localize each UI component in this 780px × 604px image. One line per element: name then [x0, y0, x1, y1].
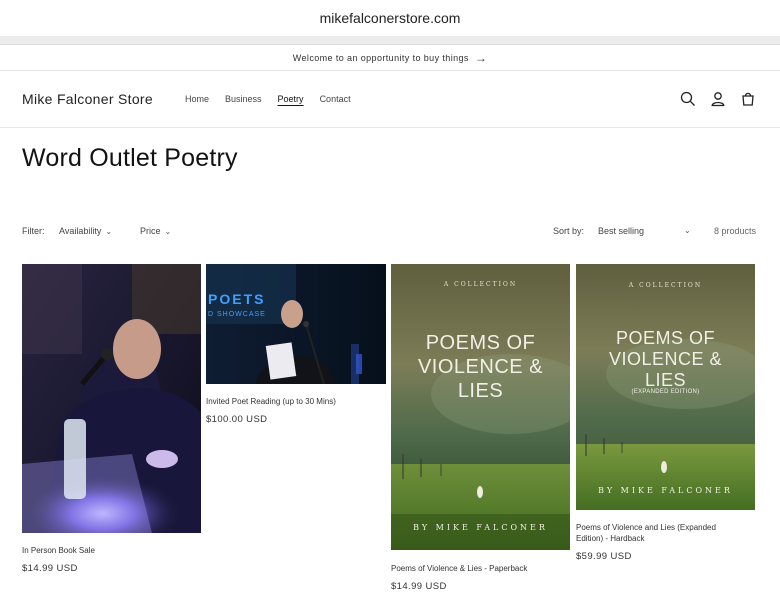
cover-title-line: LIES	[644, 370, 687, 390]
product-price: $14.99 USD	[391, 581, 447, 592]
cover-edition: (EXPANDED EDITION)	[631, 389, 700, 395]
product-count: 8 products	[713, 226, 756, 236]
nav-home[interactable]: Home	[185, 94, 209, 104]
book-cover: A COLLECTION POEMS OF VIOLENCE & LIES BY…	[391, 264, 570, 550]
header-icons	[680, 91, 756, 107]
cover-author: BY MIKE FALCONER	[598, 486, 733, 495]
filter-price-label: Price	[140, 226, 161, 236]
product-image[interactable]: A COLLECTION POEMS OF VIOLENCE & LIES BY…	[391, 264, 570, 550]
main-nav: Home Business Poetry Contact	[185, 94, 351, 104]
browser-url-bar[interactable]: mikefalconerstore.com	[0, 0, 780, 36]
nav-business[interactable]: Business	[225, 94, 262, 104]
nav-contact[interactable]: Contact	[320, 94, 351, 104]
sort-select[interactable]: Best selling	[598, 226, 644, 236]
product-price: $100.00 USD	[206, 414, 268, 425]
cover-top-text: A COLLECTION	[443, 281, 518, 288]
product-title-line: Edition) - Hardback	[576, 534, 645, 543]
product-title[interactable]: In Person Book Sale	[22, 545, 95, 556]
book-cover: A COLLECTION POEMS OF VIOLENCE & LIES (E…	[576, 264, 755, 510]
product-title[interactable]: Poems of Violence & Lies - Paperback	[391, 563, 527, 574]
banner-text: POETS	[208, 291, 265, 307]
cover-title-line: POEMS OF	[615, 328, 715, 348]
product-card[interactable]: A COLLECTION POEMS OF VIOLENCE & LIES BY…	[391, 264, 570, 599]
cover-title-line: VIOLENCE &	[417, 356, 544, 378]
nav-poetry[interactable]: Poetry	[278, 94, 304, 104]
announcement-bar[interactable]: Welcome to an opportunity to buy things …	[0, 45, 780, 71]
filter-availability-label: Availability	[59, 226, 102, 236]
cart-icon[interactable]	[740, 91, 756, 107]
cover-top-text: A COLLECTION	[628, 282, 703, 289]
url-text: mikefalconerstore.com	[319, 10, 461, 26]
filter-availability[interactable]: Availability ⌄	[59, 226, 112, 236]
product-card[interactable]: POETS D SHOWCASE Invited Poet Reading (u…	[206, 264, 386, 434]
product-title[interactable]: Poems of Violence and Lies (Expanded Edi…	[576, 522, 716, 544]
chevron-down-icon: ⌄	[164, 227, 172, 236]
product-image[interactable]: POETS D SHOWCASE	[206, 264, 386, 384]
product-image[interactable]: A COLLECTION POEMS OF VIOLENCE & LIES (E…	[576, 264, 755, 510]
arrow-right-icon: →	[474, 50, 488, 65]
cover-title-line: POEMS OF	[425, 332, 536, 354]
product-card[interactable]: In Person Book Sale $14.99 USD	[22, 264, 201, 584]
product-price: $59.99 USD	[576, 551, 632, 562]
chevron-down-icon: ⌄	[105, 227, 113, 236]
page-title: Word Outlet Poetry	[22, 144, 238, 172]
product-image[interactable]	[22, 264, 201, 533]
cover-author: BY MIKE FALCONER	[413, 523, 548, 532]
product-card[interactable]: A COLLECTION POEMS OF VIOLENCE & LIES (E…	[576, 264, 755, 569]
chevron-down-icon[interactable]: ⌄	[684, 226, 691, 235]
filter-price[interactable]: Price ⌄	[140, 226, 171, 236]
banner-subtext: D SHOWCASE	[208, 311, 266, 318]
cover-title-line: LIES	[457, 380, 504, 402]
filter-sort-bar: Filter: Availability ⌄ Price ⌄ Sort by: Be…	[22, 226, 756, 240]
site-header: Mike Falconer Store Home Business Poetry…	[0, 71, 780, 128]
browser-divider	[0, 36, 780, 45]
account-icon[interactable]	[710, 91, 726, 107]
store-logo[interactable]: Mike Falconer Store	[22, 91, 185, 107]
cover-title-line: VIOLENCE &	[608, 349, 723, 369]
search-icon[interactable]	[680, 91, 696, 107]
sort-label: Sort by:	[553, 226, 585, 236]
product-title-line: Poems of Violence and Lies (Expanded	[576, 523, 716, 532]
product-title[interactable]: Invited Poet Reading (up to 30 Mins)	[206, 396, 336, 407]
product-price: $14.99 USD	[22, 563, 78, 574]
filter-label: Filter:	[22, 226, 45, 236]
announcement-text: Welcome to an opportunity to buy things	[292, 52, 469, 63]
